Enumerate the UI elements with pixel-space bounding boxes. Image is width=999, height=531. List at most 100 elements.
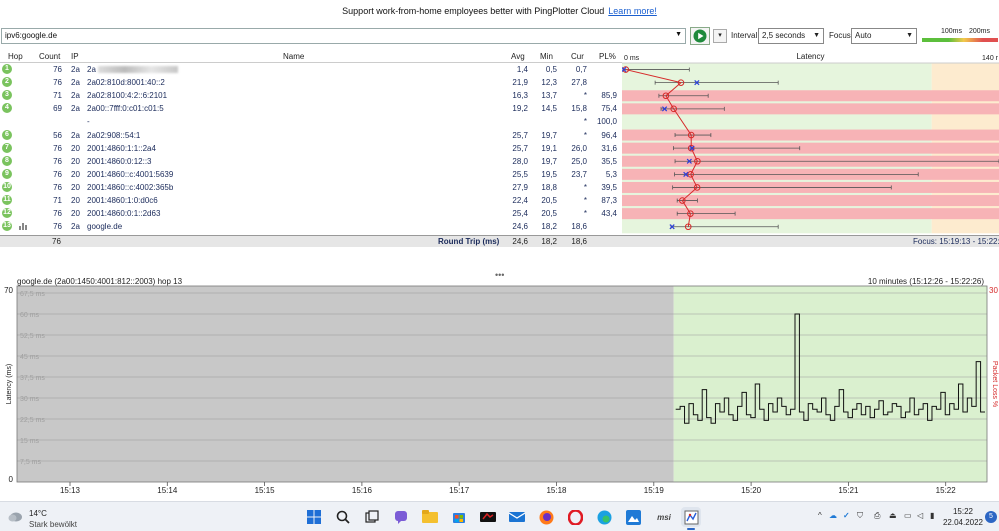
onedrive-icon[interactable]: ☁ [829, 511, 837, 520]
usb-icon[interactable]: ⏏ [889, 511, 897, 520]
cell-count: 76 [53, 209, 62, 219]
table-row[interactable]: 7 76 20 2001:4860:1:1::2a4 25,7 19,1 26,0 31,6 [0, 142, 622, 155]
focus-select[interactable]: Auto ▼ [851, 28, 917, 44]
cell-pl: 43,4 [601, 209, 617, 219]
notification-badge[interactable]: 5 [985, 511, 997, 523]
bar-chart-icon[interactable] [19, 223, 27, 231]
col-pl[interactable]: PL% [599, 52, 616, 61]
time-label: 15:21 [838, 486, 859, 495]
promo-banner: Support work-from-home employees better … [0, 0, 999, 22]
table-row[interactable]: 12 76 20 2001:4860:0:1::2d63 25,4 20,5 * 43,4 [0, 207, 622, 220]
col-cur[interactable]: Cur [571, 52, 584, 61]
edge-app[interactable] [594, 507, 614, 527]
table-row[interactable]: 8 76 20 2001:4860:0:12::3 28,0 19,7 25,0 35,5 [0, 155, 622, 168]
time-label: 15:20 [741, 486, 762, 495]
cell-name: 2001:4860:1:1::2a4 [87, 143, 156, 153]
mail-app[interactable] [507, 507, 527, 527]
cell-pl: 35,5 [601, 156, 617, 166]
cell-avg: 16,3 [512, 91, 528, 101]
msi-app[interactable]: msi [652, 507, 676, 527]
cell-min: 18,8 [541, 182, 557, 192]
cell-count: 76 [53, 222, 62, 232]
cell-avg: 25,7 [512, 130, 528, 140]
store-app[interactable] [449, 507, 469, 527]
table-row[interactable]: 10 76 20 2001:4860::c:4002:365b 27,9 18,8 * 39,… [0, 181, 622, 194]
firefox-app[interactable] [536, 507, 556, 527]
col-hop[interactable]: Hop [8, 52, 23, 61]
cell-name: 2a02:8100:4:2::6:2101 [87, 91, 168, 101]
cell-cur: 15,8 [571, 104, 587, 114]
grid-label: 45 ms [20, 354, 40, 361]
printer-icon[interactable]: ⎙ [874, 511, 880, 521]
col-ip[interactable]: IP [71, 52, 79, 61]
cell-pl: 5,3 [605, 169, 617, 179]
msi-dragon-icon [480, 512, 496, 522]
cell-ip: 20 [71, 156, 80, 166]
panel-splitter[interactable]: ••• [0, 248, 999, 280]
cell-name: 2a00::7fff:0:c01:c01:5 [87, 104, 164, 114]
latency-chart[interactable]: Latency 0 ms 140 r [622, 50, 999, 235]
col-name[interactable]: Name [283, 52, 304, 61]
redacted-address [97, 66, 178, 74]
vpn-check-icon[interactable]: ✓ [843, 511, 850, 520]
focus-range-label: Focus: 15:19:13 - 15:22:2 [913, 237, 999, 246]
chevron-down-icon[interactable]: ▼ [675, 31, 682, 38]
learn-more-link[interactable]: Learn more! [608, 6, 657, 16]
interval-select[interactable]: 2,5 seconds ▼ [758, 28, 824, 44]
table-row[interactable]: 1 76 2a 2a 1,4 0,5 0,7 [0, 63, 622, 76]
search-button[interactable] [333, 507, 353, 527]
latency-zero-label: 0 ms [624, 55, 640, 62]
table-row[interactable]: - * 100,0 [0, 115, 622, 128]
table-row[interactable]: 9 76 20 2001:4860::c:4001:5639 25,5 19,5 23,7 5… [0, 168, 622, 181]
hop-number-badge: 4 [2, 103, 12, 114]
table-row[interactable]: 2 76 2a 2a02:810d:8001:40::2 21,9 12,3 27,8 [0, 76, 622, 89]
task-view-button[interactable] [362, 507, 382, 527]
splitter-handle-icon[interactable]: ••• [495, 270, 504, 280]
timeline-graph[interactable]: 67,5 ms 60 ms 52,5 ms 45 ms 37,5 ms 30 ms 22,5… [0, 284, 999, 499]
table-row[interactable]: 4 69 2a 2a00::7fff:0:c01:c01:5 19,2 14,5 15,8 7… [0, 102, 622, 115]
volume-icon[interactable]: ◁ [917, 511, 923, 520]
table-row[interactable]: 3 71 2a 2a02:8100:4:2::6:2101 16,3 13,7 * 85,9 [0, 89, 622, 102]
toolbar: ipv6:google.de ▼ ▾ Interval 2,5 seconds … [0, 26, 999, 46]
target-input[interactable]: ipv6:google.de ▼ [1, 28, 686, 44]
network-icon[interactable]: ▭ [904, 511, 912, 520]
cell-avg: 28,0 [512, 156, 528, 166]
pingplotter-app[interactable] [681, 507, 701, 530]
cell-cur: * [583, 182, 587, 192]
file-explorer-app[interactable] [420, 507, 440, 527]
chat-app[interactable] [391, 507, 411, 527]
opera-app[interactable] [565, 507, 585, 527]
cell-name: 2001:4860::c:4001:5639 [87, 169, 174, 179]
cell-cur: * [583, 130, 587, 140]
start-button[interactable] [304, 507, 324, 527]
col-avg[interactable]: Avg [511, 52, 525, 61]
table-row[interactable]: 6 56 2a 2a02:908::54:1 25,7 19,7 * 96,4 [0, 129, 622, 142]
history-background [17, 286, 674, 482]
cell-name: - [87, 117, 90, 127]
photos-app[interactable] [623, 507, 643, 527]
col-count[interactable]: Count [39, 52, 60, 61]
hop-number-badge: 9 [2, 168, 12, 179]
weather-widget[interactable]: 14°C Stark bewölkt [7, 506, 97, 529]
col-min[interactable]: Min [540, 52, 553, 61]
start-trace-button[interactable] [690, 27, 710, 45]
table-row[interactable]: 13 76 2a google.de 24,6 18,2 18,6 [0, 220, 622, 233]
cell-pl: 100,0 [596, 117, 617, 127]
cell-name: 2001:4860:0:1::2d63 [87, 209, 161, 219]
hop-number-badge: 3 [2, 90, 12, 101]
defender-icon[interactable]: ⛉ [857, 511, 863, 521]
cell-name: 2a [87, 65, 178, 74]
tray-overflow-icon[interactable]: ^ [818, 511, 822, 520]
cell-min: 19,7 [541, 130, 557, 140]
battery-icon[interactable]: ▮ [930, 511, 934, 520]
options-dropdown-button[interactable]: ▾ [713, 29, 727, 43]
msi-center-app[interactable] [478, 507, 498, 527]
system-clock[interactable]: 15:22 22.04.2022 [942, 506, 984, 528]
time-label: 15:18 [546, 486, 567, 495]
clock-time: 15:22 [952, 507, 974, 516]
cell-min: 0,5 [545, 65, 557, 74]
chevron-down-icon: ▼ [813, 32, 820, 39]
summary-min: 18,2 [541, 237, 557, 246]
cell-count: 76 [53, 169, 62, 179]
table-row[interactable]: 11 71 20 2001:4860:1:0:d0c6 22,4 20,5 * 87,3 [0, 194, 622, 207]
